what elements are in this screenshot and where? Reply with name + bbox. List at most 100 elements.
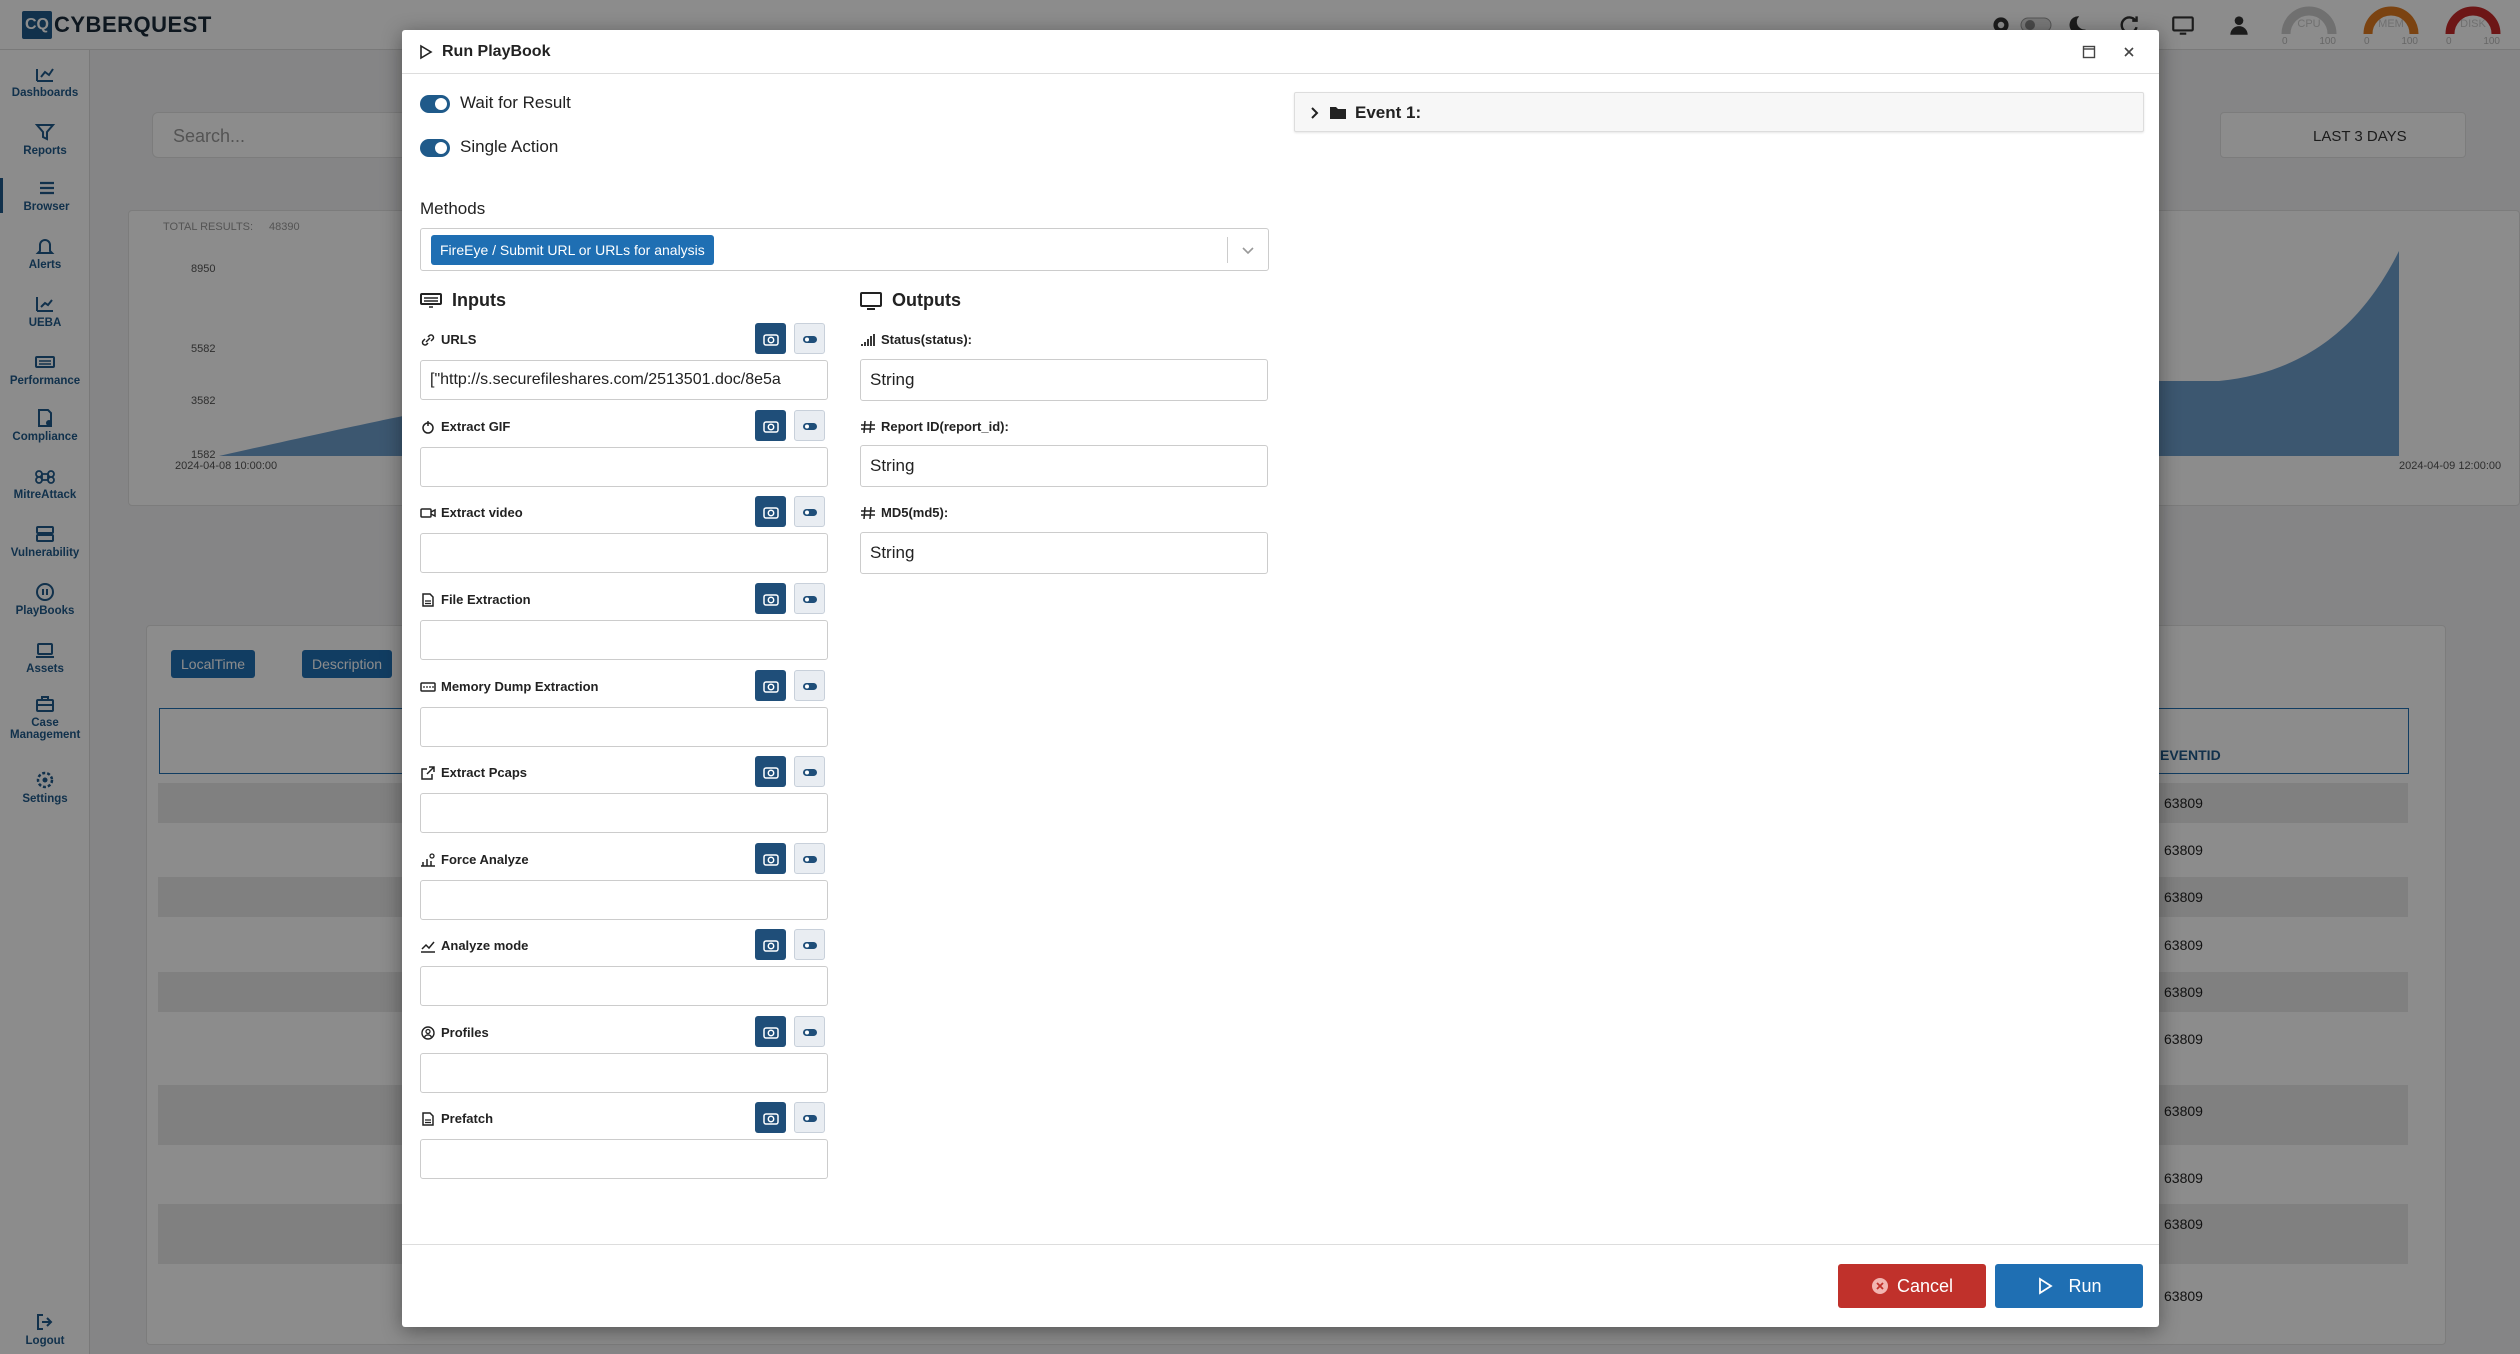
methods-select[interactable]: FireEye / Submit URL or URLs for analysi… [420, 228, 1269, 271]
output-label: MD5(md5): [860, 505, 948, 520]
file-extraction-input[interactable] [420, 620, 828, 660]
camera-icon [762, 1112, 779, 1125]
variable-button[interactable] [794, 323, 825, 354]
chevron-right-icon [1311, 107, 1319, 119]
toggle-icon [802, 508, 817, 516]
wait-for-result-toggle[interactable] [420, 95, 450, 113]
camera-button[interactable] [755, 496, 786, 527]
status-output: String [860, 359, 1268, 401]
camera-button[interactable] [755, 1102, 786, 1133]
input-label-text: Extract video [441, 505, 523, 520]
variable-button[interactable] [794, 583, 825, 614]
dialog-title: Run PlayBook [442, 43, 551, 60]
variable-button[interactable] [794, 1016, 825, 1047]
output-label-text: MD5(md5): [881, 505, 949, 520]
maximize-button[interactable] [2078, 41, 2100, 63]
variable-button[interactable] [794, 1102, 825, 1133]
external-link-icon [421, 765, 435, 780]
input-label: Extract video [420, 505, 523, 520]
toggle-icon [802, 422, 817, 430]
input-label-text: Force Analyze [441, 852, 529, 867]
close-icon [2124, 47, 2134, 57]
play-icon [420, 44, 433, 60]
variable-button[interactable] [794, 929, 825, 960]
extract-pcaps-input[interactable] [420, 793, 828, 833]
variable-button[interactable] [794, 756, 825, 787]
play-icon [2039, 1277, 2054, 1295]
toggle-icon [802, 682, 817, 690]
prefatch-input[interactable] [420, 1139, 828, 1179]
output-label-text: Status(status): [881, 332, 973, 347]
camera-icon [762, 333, 779, 346]
toggle-icon [802, 595, 817, 603]
cancel-button[interactable]: Cancel [1838, 1264, 1986, 1308]
user-circle-icon [421, 1025, 435, 1040]
force-analyze-input[interactable] [420, 880, 828, 920]
toggle-icon [802, 335, 817, 343]
camera-icon [762, 766, 779, 779]
input-label: Analyze mode [420, 938, 528, 953]
camera-button[interactable] [755, 410, 786, 441]
urls-input[interactable]: ["http://s.securefileshares.com/2513501.… [420, 360, 828, 400]
camera-button[interactable] [755, 756, 786, 787]
profiles-input[interactable] [420, 1053, 828, 1093]
run-playbook-dialog: Run PlayBook Wait for Result Single Acti… [402, 30, 2159, 1327]
input-label: File Extraction [420, 592, 531, 607]
select-separator [1227, 237, 1228, 263]
inputs-title: Inputs [452, 290, 506, 310]
camera-button[interactable] [755, 843, 786, 874]
camera-icon [762, 680, 779, 693]
outputs-title: Outputs [892, 290, 961, 310]
input-label: URLS [420, 332, 476, 347]
keyboard-icon [420, 292, 442, 308]
variable-button[interactable] [794, 670, 825, 701]
video-icon [420, 507, 436, 518]
close-button[interactable] [2118, 41, 2140, 63]
maximize-icon [2082, 45, 2096, 59]
variable-button[interactable] [794, 410, 825, 441]
outputs-heading: Outputs [860, 290, 961, 311]
input-label: Prefatch [420, 1111, 493, 1126]
camera-button[interactable] [755, 323, 786, 354]
camera-button[interactable] [755, 929, 786, 960]
memory-dump-extraction-input[interactable] [420, 707, 828, 747]
extract-video-input[interactable] [420, 533, 828, 573]
extract-gif-input[interactable] [420, 447, 828, 487]
chevron-down-icon[interactable] [1240, 242, 1256, 258]
variable-button[interactable] [794, 843, 825, 874]
analyze-mode-input[interactable] [420, 966, 828, 1006]
event-label: Event 1: [1355, 103, 1422, 122]
camera-icon [762, 1026, 779, 1039]
memory-icon [420, 681, 436, 692]
output-label: Report ID(report_id): [860, 419, 1009, 434]
input-label-text: Prefatch [441, 1111, 494, 1126]
output-label: Status(status): [860, 332, 972, 347]
analyze-icon [421, 852, 435, 867]
input-label-text: Extract GIF [441, 419, 511, 434]
camera-icon [762, 939, 779, 952]
camera-button[interactable] [755, 1016, 786, 1047]
inputs-heading: Inputs [420, 290, 506, 311]
run-button[interactable]: Run [1995, 1264, 2143, 1308]
hash-icon [861, 420, 875, 433]
single-action-toggle[interactable] [420, 139, 450, 157]
md5-output: String [860, 532, 1268, 574]
event-accordion[interactable]: Event 1: [1294, 92, 2144, 132]
camera-button[interactable] [755, 583, 786, 614]
run-label: Run [2068, 1275, 2102, 1296]
input-label-text: File Extraction [441, 592, 531, 607]
camera-icon [762, 420, 779, 433]
file-icon [422, 1111, 434, 1126]
camera-button[interactable] [755, 670, 786, 701]
input-label-text: Analyze mode [441, 938, 529, 953]
report-id-output: String [860, 445, 1268, 487]
method-chip[interactable]: FireEye / Submit URL or URLs for analysi… [431, 235, 714, 265]
file-icon [422, 592, 434, 607]
dialog-footer-divider [402, 1244, 2159, 1245]
input-label: Force Analyze [420, 852, 529, 867]
variable-button[interactable] [794, 496, 825, 527]
dialog-header: Run PlayBook [402, 30, 2159, 74]
input-label: Memory Dump Extraction [420, 679, 598, 694]
hash-icon [861, 506, 875, 519]
camera-icon [762, 593, 779, 606]
